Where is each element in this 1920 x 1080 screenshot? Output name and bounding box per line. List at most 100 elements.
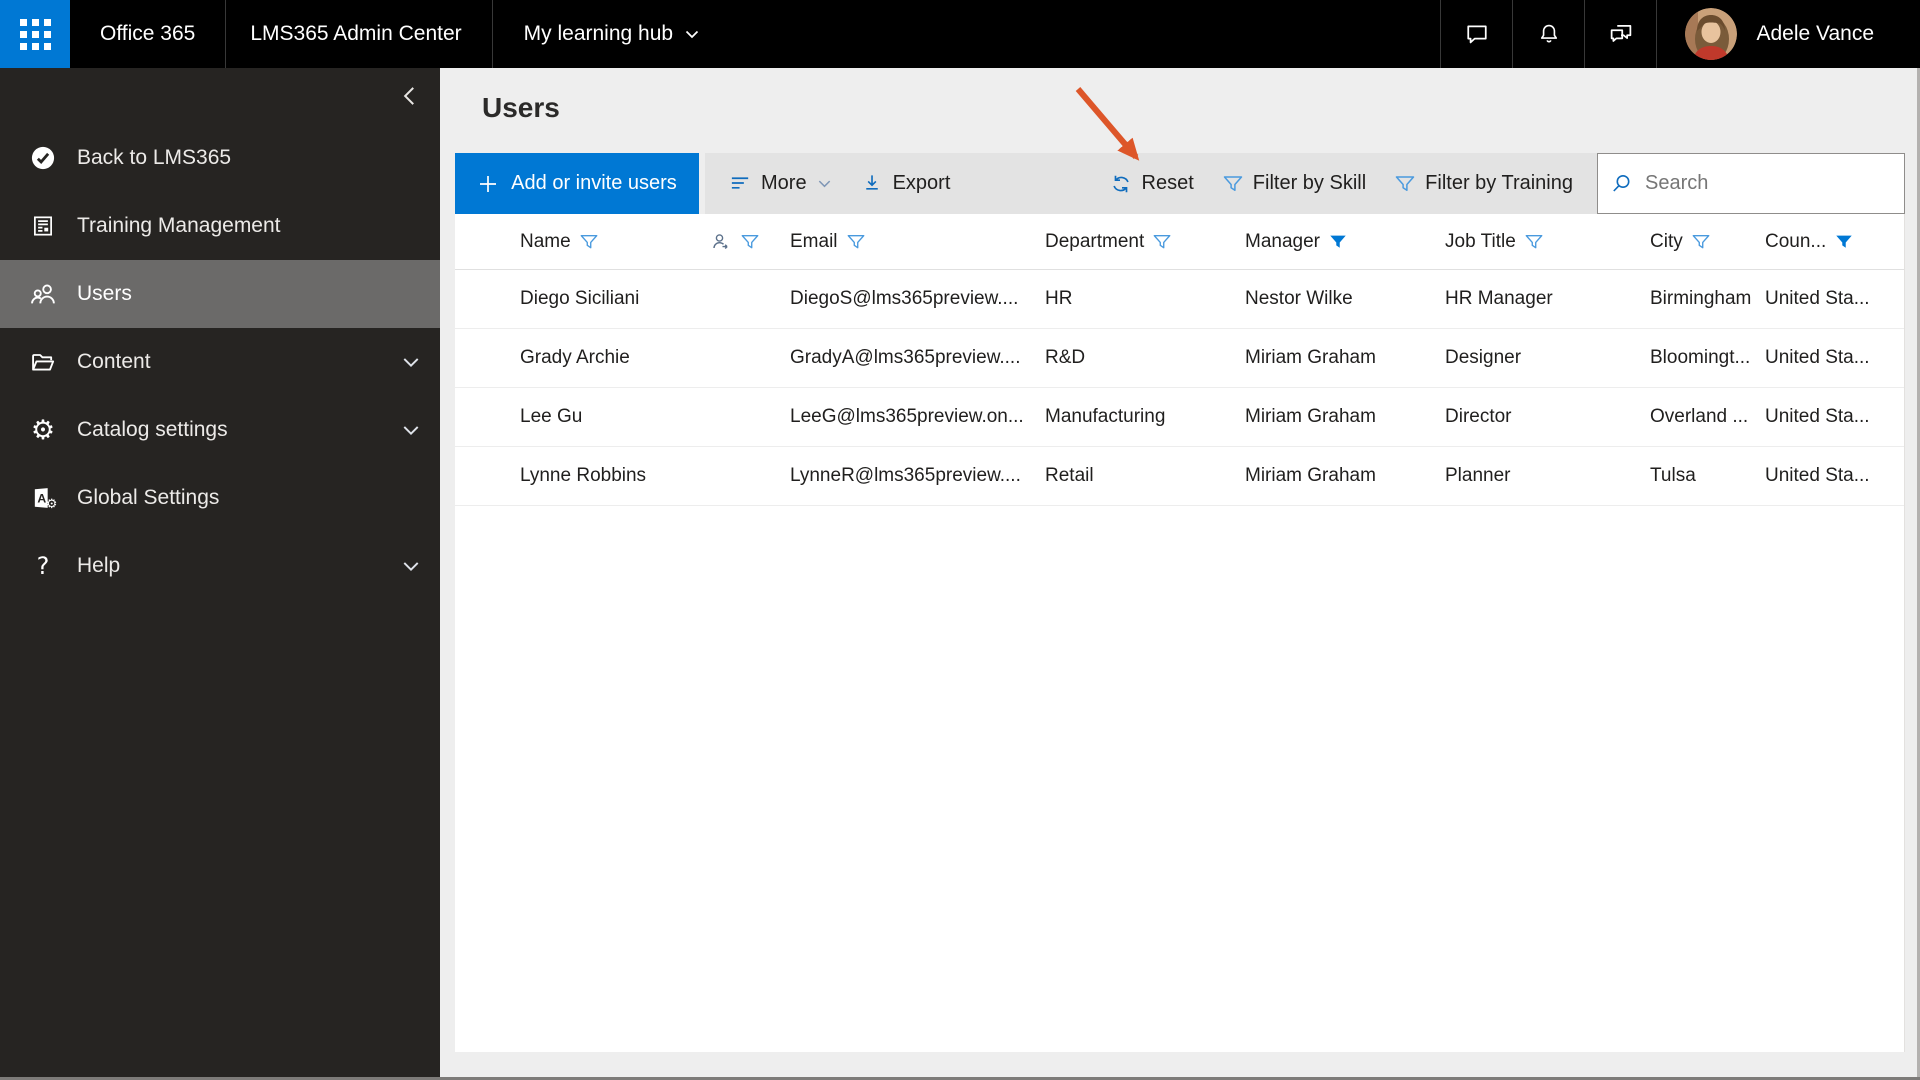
learning-hub-dropdown[interactable]: My learning hub	[524, 22, 701, 46]
filter-icon[interactable]	[1524, 232, 1544, 252]
users-table: Name Email Department Manager Job Title …	[455, 214, 1905, 1052]
add-button-label: Add or invite users	[511, 172, 677, 194]
cell-department: Manufacturing	[1045, 406, 1166, 427]
more-label: More	[761, 172, 807, 194]
sidebar-item-users[interactable]: Users	[0, 260, 440, 328]
user-name[interactable]: Adele Vance	[1756, 22, 1874, 46]
plus-icon	[480, 175, 497, 192]
chevron-down-icon	[403, 358, 419, 368]
cell-job-title: Designer	[1445, 347, 1522, 368]
add-or-invite-users-button[interactable]: Add or invite users	[455, 153, 699, 214]
sidebar-collapse-row	[0, 68, 440, 124]
check-circle-icon	[26, 144, 60, 172]
avatar-photo	[1685, 8, 1738, 60]
column-header-job-title[interactable]: Job Title	[1445, 231, 1650, 253]
chat-icon	[1467, 25, 1487, 44]
column-header-manager[interactable]: Manager	[1245, 231, 1445, 253]
column-label: Email	[790, 230, 838, 252]
page-title: Users	[482, 92, 560, 123]
cell-country: United Sta...	[1765, 465, 1870, 486]
filter-icon[interactable]	[846, 232, 866, 252]
top-bar: Office 365 LMS365 Admin Center My learni…	[0, 0, 1920, 68]
export-button[interactable]: Export	[847, 153, 965, 214]
sidebar-item-help[interactable]: ? Help	[0, 532, 440, 600]
topbar-actions: Adele Vance	[1440, 0, 1920, 68]
cell-manager: Miriam Graham	[1245, 465, 1376, 486]
reset-button[interactable]: Reset	[1095, 153, 1208, 214]
cell-city: Bloomingt...	[1650, 347, 1751, 368]
sidebar-item-label: Training Management	[77, 214, 281, 237]
cell-name: Diego Siciliani	[520, 288, 640, 309]
lines-icon	[731, 177, 749, 189]
search-input[interactable]	[1645, 172, 1892, 195]
table-row[interactable]: Grady Archie GradyA@lms365preview.... R&…	[455, 329, 1904, 388]
filter-by-skill-button[interactable]: Filter by Skill	[1208, 153, 1380, 214]
office365-label[interactable]: Office 365	[100, 22, 195, 46]
refresh-icon	[1112, 175, 1129, 192]
filter-by-training-button[interactable]: Filter by Training	[1380, 153, 1587, 214]
sidebar-item-content[interactable]: Content	[0, 328, 440, 396]
column-header-country[interactable]: Coun...	[1765, 231, 1904, 253]
sidebar: Back to LMS365 Training Management Users…	[0, 68, 440, 1080]
chat-button[interactable]	[1441, 0, 1512, 68]
command-bar: Add or invite users More Export Reset Fi…	[455, 153, 1905, 214]
sidebar-item-label: Help	[77, 554, 121, 577]
cell-city: Birmingham	[1650, 288, 1752, 309]
cell-department: R&D	[1045, 347, 1086, 368]
column-header-user-type[interactable]	[710, 231, 790, 253]
main-content: Users Add or invite users More Export Re…	[440, 68, 1920, 1080]
sidebar-item-back-to-lms365[interactable]: Back to LMS365	[0, 124, 440, 192]
column-label: Name	[520, 230, 571, 252]
gear-icon: ⚙	[30, 414, 56, 446]
filter-icon[interactable]	[579, 232, 599, 252]
feedback-button[interactable]	[1585, 0, 1656, 68]
cell-job-title: HR Manager	[1445, 288, 1553, 309]
filter-icon[interactable]	[1691, 232, 1711, 252]
filter-icon[interactable]	[1152, 232, 1172, 252]
column-header-city[interactable]: City	[1650, 231, 1765, 253]
screen: Office 365 LMS365 Admin Center My learni…	[0, 0, 1920, 1080]
cell-email: DiegoS@lms365preview....	[790, 288, 1019, 309]
sidebar-item-label: Catalog settings	[77, 418, 228, 441]
column-header-email[interactable]: Email	[790, 231, 1045, 253]
app-launcher-icon[interactable]	[0, 0, 70, 68]
filter-icon[interactable]	[740, 232, 760, 252]
column-header-name[interactable]: Name	[455, 231, 710, 253]
sidebar-item-catalog-settings[interactable]: ⚙ Catalog settings	[0, 396, 440, 464]
column-label: Coun...	[1765, 230, 1827, 252]
chevron-down-icon	[818, 180, 830, 188]
more-button[interactable]: More	[715, 153, 847, 214]
filter-active-icon[interactable]	[1328, 232, 1348, 252]
cell-email: LynneR@lms365preview....	[790, 465, 1021, 486]
cell-city: Tulsa	[1650, 465, 1696, 486]
sidebar-item-global-settings[interactable]: A ⚙ Global Settings	[0, 464, 440, 532]
people-icon	[26, 280, 60, 308]
folder-icon	[26, 348, 60, 376]
table-row[interactable]: Lynne Robbins LynneR@lms365preview.... R…	[455, 447, 1904, 506]
cell-job-title: Director	[1445, 406, 1512, 427]
search-box	[1597, 153, 1905, 214]
cell-manager: Miriam Graham	[1245, 347, 1376, 368]
sidebar-item-training-management[interactable]: Training Management	[0, 192, 440, 260]
topbar-divider	[225, 0, 227, 68]
notifications-button[interactable]	[1513, 0, 1584, 68]
table-row[interactable]: Diego Siciliani DiegoS@lms365preview....…	[455, 270, 1904, 329]
book-gear-icon: A ⚙	[26, 484, 60, 512]
filter-active-icon[interactable]	[1834, 232, 1854, 252]
cell-name: Grady Archie	[520, 347, 630, 368]
collapse-sidebar-icon[interactable]	[397, 83, 423, 109]
sidebar-item-label: Users	[77, 282, 132, 305]
chevron-down-icon	[403, 562, 419, 572]
topbar-divider	[491, 0, 493, 68]
chevron-down-icon	[403, 426, 419, 436]
chevron-down-icon	[685, 30, 699, 39]
sidebar-item-label: Back to LMS365	[77, 146, 232, 169]
column-header-department[interactable]: Department	[1045, 231, 1245, 253]
question-icon: ?	[36, 552, 50, 580]
cell-department: Retail	[1045, 465, 1094, 486]
cell-department: HR	[1045, 288, 1073, 309]
table-row[interactable]: Lee Gu LeeG@lms365preview.on... Manufact…	[455, 388, 1904, 447]
cell-city: Overland ...	[1650, 406, 1749, 427]
avatar[interactable]	[1685, 8, 1738, 60]
admin-center-title[interactable]: LMS365 Admin Center	[250, 22, 461, 46]
